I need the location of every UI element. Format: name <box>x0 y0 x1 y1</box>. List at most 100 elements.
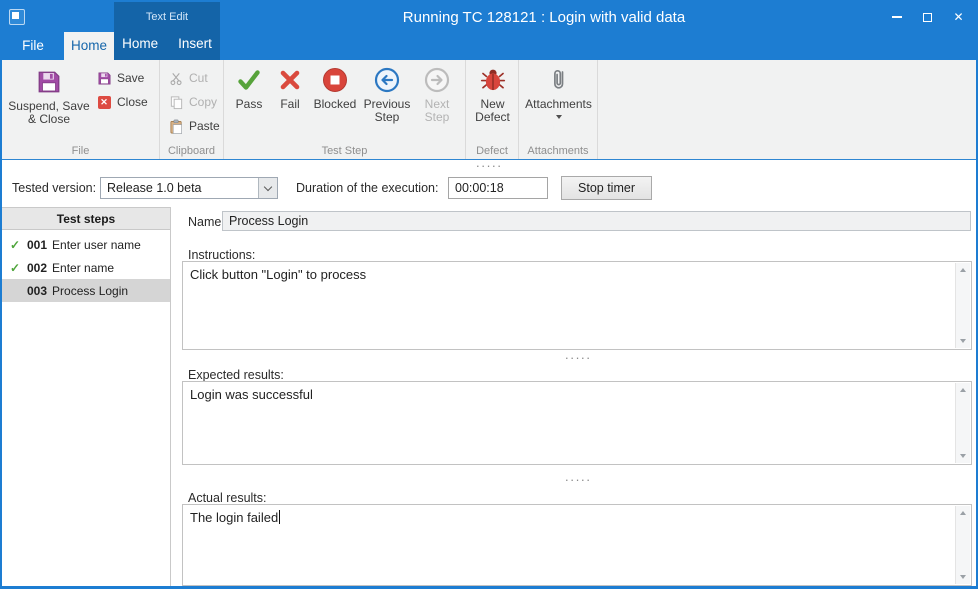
duration-value: 00:00:18 <box>455 181 504 195</box>
scroll-down-icon <box>960 339 966 343</box>
group-label-defect: Defect <box>466 145 518 157</box>
maximize-icon <box>923 13 932 22</box>
minimize-icon <box>892 16 902 18</box>
paste-button[interactable]: Paste <box>168 114 220 138</box>
test-steps-panel: Test steps ✓ 001 Enter user name ✓ 002 E… <box>2 207 171 586</box>
suspend-save-close-button[interactable]: Suspend, Save& Close <box>6 62 92 142</box>
scroll-up-icon <box>960 388 966 392</box>
window-controls: ✕ <box>881 2 974 32</box>
step-label: Process Login <box>52 284 128 298</box>
save-button[interactable]: Save <box>96 66 148 90</box>
fail-button[interactable]: Fail <box>270 60 310 140</box>
maximize-button[interactable] <box>912 2 943 32</box>
group-label-file: File <box>2 145 159 157</box>
expected-results-textarea[interactable]: Login was successful <box>182 381 972 465</box>
new-defect-button[interactable]: New Defect <box>469 60 516 140</box>
ribbon-tab-row: File Home <box>2 32 114 60</box>
instructions-text: Click button "Login" to process <box>190 267 951 283</box>
test-step-row-002[interactable]: ✓ 002 Enter name <box>2 256 170 279</box>
paperclip-icon <box>546 67 572 93</box>
scissors-icon <box>168 70 184 86</box>
name-field[interactable]: Process Login <box>222 211 971 231</box>
step-number: 001 <box>27 238 47 252</box>
previous-arrow-icon <box>374 67 400 93</box>
actual-results-label: Actual results: <box>188 491 267 505</box>
ribbon-group-defect: New Defect Defect <box>466 60 519 159</box>
actual-results-textarea[interactable]: The login failed <box>182 504 972 586</box>
window-title: Running TC 128121 : Login with valid dat… <box>222 9 866 26</box>
actual-results-text: The login failed <box>190 510 951 526</box>
test-step-row-001[interactable]: ✓ 001 Enter user name <box>2 233 170 256</box>
group-label-clipboard: Clipboard <box>160 145 223 157</box>
next-arrow-icon <box>424 67 450 93</box>
expected-results-scrollbar[interactable] <box>955 383 970 463</box>
app-window: Running TC 128121 : Login with valid dat… <box>0 0 978 589</box>
tab-home[interactable]: Home <box>64 32 114 60</box>
stop-timer-button[interactable]: Stop timer <box>561 176 652 200</box>
tested-version-combobox[interactable]: Release 1.0 beta <box>100 177 278 199</box>
check-icon: ✓ <box>10 238 27 252</box>
ribbon-splitter-handle[interactable]: ····· <box>2 161 976 173</box>
tab-textedit-home[interactable]: Home <box>112 30 168 58</box>
copy-icon <box>168 94 184 110</box>
ribbon: Suspend, Save& Close Save ✕ Close File <box>2 60 976 160</box>
step-detail-panel: Name: Process Login Instructions: Click … <box>180 207 976 586</box>
ribbon-group-test-step: Pass Fail Blocked Previous Step <box>224 60 466 159</box>
copy-button[interactable]: Copy <box>168 90 220 114</box>
ribbon-group-attachments: Attachments Attachments <box>519 60 598 159</box>
close-icon: ✕ <box>96 94 112 110</box>
minimize-button[interactable] <box>881 2 912 32</box>
blocked-button[interactable]: Blocked <box>310 60 360 140</box>
tab-textedit-insert[interactable]: Insert <box>168 30 222 58</box>
tab-file[interactable]: File <box>2 32 64 60</box>
fail-x-icon <box>277 67 303 93</box>
group-label-test-step: Test Step <box>224 145 465 157</box>
combo-dropdown-button[interactable] <box>258 178 277 198</box>
bug-icon <box>480 67 506 93</box>
text-caret <box>279 510 280 524</box>
expected-results-text: Login was successful <box>190 387 951 403</box>
actual-results-scrollbar[interactable] <box>955 506 970 584</box>
app-icon[interactable] <box>9 9 25 25</box>
name-value: Process Login <box>229 214 308 228</box>
blocked-stop-icon <box>322 67 348 93</box>
tested-version-value: Release 1.0 beta <box>107 181 202 195</box>
step-label: Enter name <box>52 261 114 275</box>
duration-label: Duration of the execution: <box>296 181 438 195</box>
instructions-scrollbar[interactable] <box>955 263 970 348</box>
expected-results-label: Expected results: <box>188 368 284 382</box>
ribbon-group-clipboard: Cut Copy Paste Clipboard <box>160 60 224 159</box>
contextual-tab-group-text-edit: Text Edit Home Insert <box>114 2 220 60</box>
check-icon: ✓ <box>10 261 27 275</box>
step-label: Enter user name <box>52 238 141 252</box>
duration-field[interactable]: 00:00:18 <box>448 177 548 199</box>
next-step-button[interactable]: Next Step <box>414 60 460 140</box>
tested-version-label: Tested version: <box>12 181 96 195</box>
window-close-button[interactable]: ✕ <box>943 2 974 32</box>
clipboard-icon <box>168 118 184 134</box>
name-label: Name: <box>188 215 225 229</box>
step-number: 002 <box>27 261 47 275</box>
step-number: 003 <box>27 284 47 298</box>
test-step-row-003[interactable]: 003 Process Login <box>2 279 170 302</box>
execution-toolbar: Tested version: Release 1.0 beta Duratio… <box>2 173 976 203</box>
dropdown-arrow-icon <box>556 115 562 119</box>
test-steps-header: Test steps <box>2 208 170 230</box>
previous-step-button[interactable]: Previous Step <box>360 60 414 140</box>
splitter-handle[interactable]: ····· <box>180 475 976 487</box>
ribbon-group-file: Suspend, Save& Close Save ✕ Close File <box>2 60 160 159</box>
save-icon <box>96 70 112 86</box>
attachments-button[interactable]: Attachments <box>523 60 594 140</box>
pass-check-icon <box>236 67 262 93</box>
splitter-handle[interactable]: ····· <box>180 353 976 365</box>
instructions-label: Instructions: <box>188 248 255 262</box>
ribbon-close-button[interactable]: ✕ Close <box>96 90 148 114</box>
chevron-down-icon <box>264 182 272 190</box>
pass-button[interactable]: Pass <box>228 60 270 140</box>
contextual-group-title: Text Edit <box>114 2 220 30</box>
save-close-icon <box>36 69 62 95</box>
scroll-up-icon <box>960 268 966 272</box>
cut-button[interactable]: Cut <box>168 66 220 90</box>
instructions-textarea[interactable]: Click button "Login" to process <box>182 261 972 350</box>
scroll-down-icon <box>960 575 966 579</box>
